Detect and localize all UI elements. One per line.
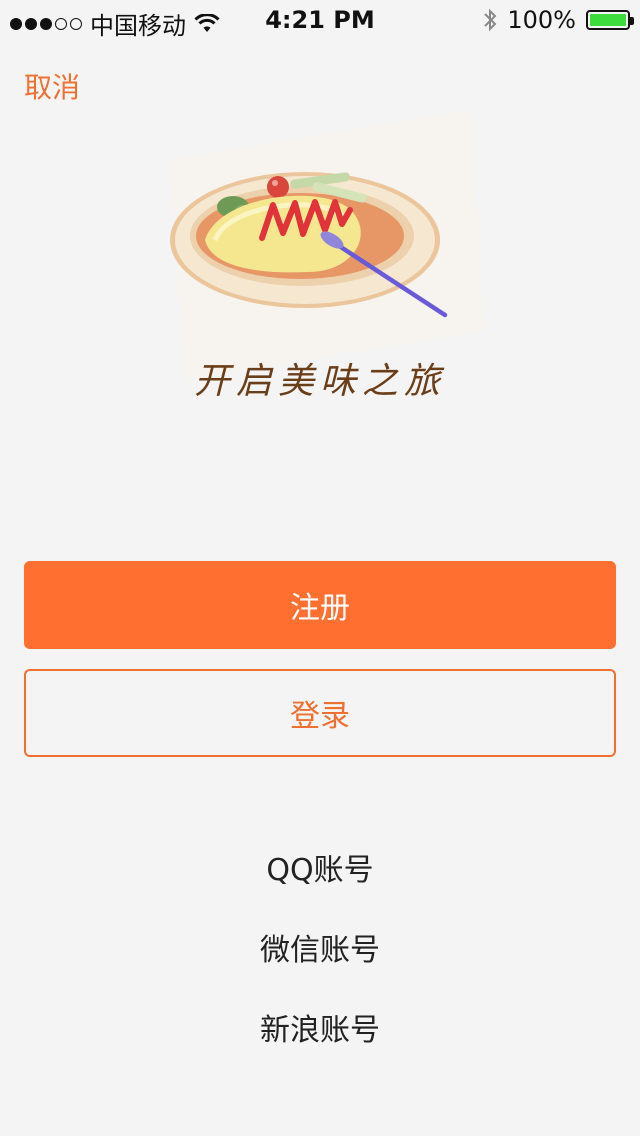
cancel-button[interactable]: 取消 bbox=[24, 66, 80, 106]
login-button[interactable]: 登录 bbox=[24, 669, 616, 757]
bluetooth-icon bbox=[484, 8, 497, 32]
weibo-login-link[interactable]: 新浪账号 bbox=[0, 1005, 640, 1049]
battery-nub bbox=[630, 17, 634, 25]
slogan-text: 开启美味之旅 bbox=[193, 361, 446, 402]
battery-icon bbox=[586, 10, 634, 30]
status-bar-right: 100% bbox=[483, 6, 634, 34]
battery-level bbox=[590, 14, 626, 26]
wechat-login-link[interactable]: 微信账号 bbox=[0, 925, 640, 969]
battery-percent: 100% bbox=[507, 6, 576, 34]
status-bar: 中国移动 4:21 PM 100% bbox=[0, 0, 640, 40]
register-button[interactable]: 注册 bbox=[24, 561, 616, 649]
qq-login-link[interactable]: QQ账号 bbox=[0, 845, 640, 889]
